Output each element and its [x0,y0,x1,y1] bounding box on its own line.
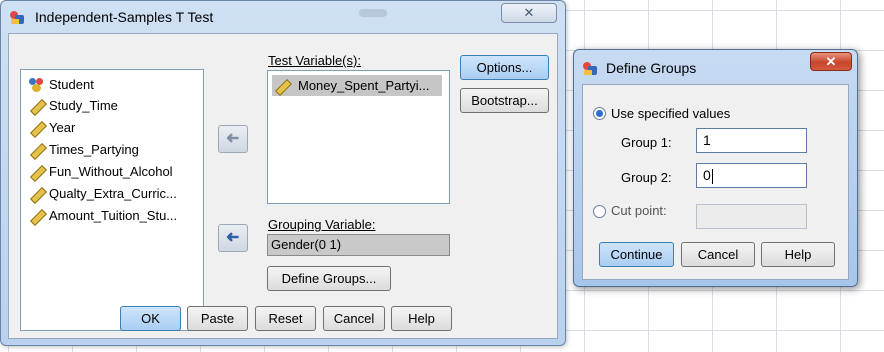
scale-variable-icon [29,142,45,158]
continue-button[interactable]: Continue [599,242,674,267]
test-variables-list[interactable]: Money_Spent_Partyi... [267,70,450,204]
scale-variable-icon [29,120,45,136]
group1-label: Group 1: [621,135,672,150]
close-icon: ✕ [825,54,837,69]
group1-input[interactable]: 1 [696,128,807,153]
title-bar[interactable]: Independent-Samples T Test ✕ [1,1,565,33]
list-item[interactable]: Year [27,117,197,138]
scale-variable-icon [29,186,45,202]
use-specified-values-label: Use specified values [611,106,731,121]
close-button[interactable]: ✕ [810,52,852,71]
grouping-variable-field[interactable]: Gender(0 1) [267,234,450,256]
list-item[interactable]: Money_Spent_Partyi... [272,75,442,96]
define-groups-button[interactable]: Define Groups... [267,266,391,291]
close-button[interactable]: ✕ [501,3,557,23]
help-button[interactable]: Help [391,306,452,331]
arrow-left-icon: ➜ [226,229,240,246]
dialog-title: Independent-Samples T Test [35,9,214,25]
spss-app-icon [582,59,600,77]
cancel-button[interactable]: Cancel [681,242,755,267]
title-bar-decoration [359,9,387,17]
cut-point-label: Cut point: [611,203,667,218]
list-item[interactable]: Amount_Tuition_Stu... [27,205,197,226]
define-groups-dialog: Define Groups ✕ Use specified values Gro… [573,49,858,287]
reset-button[interactable]: Reset [255,306,316,331]
move-to-test-variables-button[interactable]: ➜ [218,125,248,153]
dialog-body: Use specified values Group 1: 1 Group 2:… [582,84,849,280]
grouping-variable-label: Grouping Variable: [268,217,376,232]
list-item[interactable]: Times_Partying [27,139,197,160]
close-icon: ✕ [523,5,535,20]
move-to-grouping-variable-button[interactable]: ➜ [218,224,248,252]
options-button[interactable]: Options... [460,55,549,80]
use-specified-values-radio[interactable] [593,107,606,120]
scale-variable-icon [274,78,290,94]
independent-samples-t-test-dialog: Independent-Samples T Test ✕ Student Stu… [0,0,566,346]
test-variables-label: Test Variable(s): [268,53,361,68]
cut-point-radio[interactable] [593,205,606,218]
arrow-left-icon: ➜ [226,130,240,147]
text-cursor [711,168,713,184]
paste-button[interactable]: Paste [187,306,248,331]
group2-input[interactable]: 0 [696,163,807,188]
help-button[interactable]: Help [761,242,835,267]
cancel-button[interactable]: Cancel [323,306,385,331]
scale-variable-icon [29,98,45,114]
list-item[interactable]: Student [27,74,197,95]
list-item[interactable]: Fun_Without_Alcohol [27,161,197,182]
dialog-title: Define Groups [606,60,697,76]
spss-app-icon [9,8,27,26]
nominal-variable-icon [29,77,45,93]
list-item[interactable]: Study_Time [27,95,197,116]
group2-label: Group 2: [621,170,672,185]
dialog-body: Student Study_Time Year Times_Partying F… [8,33,558,339]
bootstrap-button[interactable]: Bootstrap... [460,88,549,113]
scale-variable-icon [29,208,45,224]
scale-variable-icon [29,164,45,180]
list-item[interactable]: Qualty_Extra_Curric... [27,183,197,204]
ok-button[interactable]: OK [120,306,181,331]
cut-point-input[interactable] [696,204,807,229]
source-variable-list[interactable]: Student Study_Time Year Times_Partying F… [20,69,204,331]
